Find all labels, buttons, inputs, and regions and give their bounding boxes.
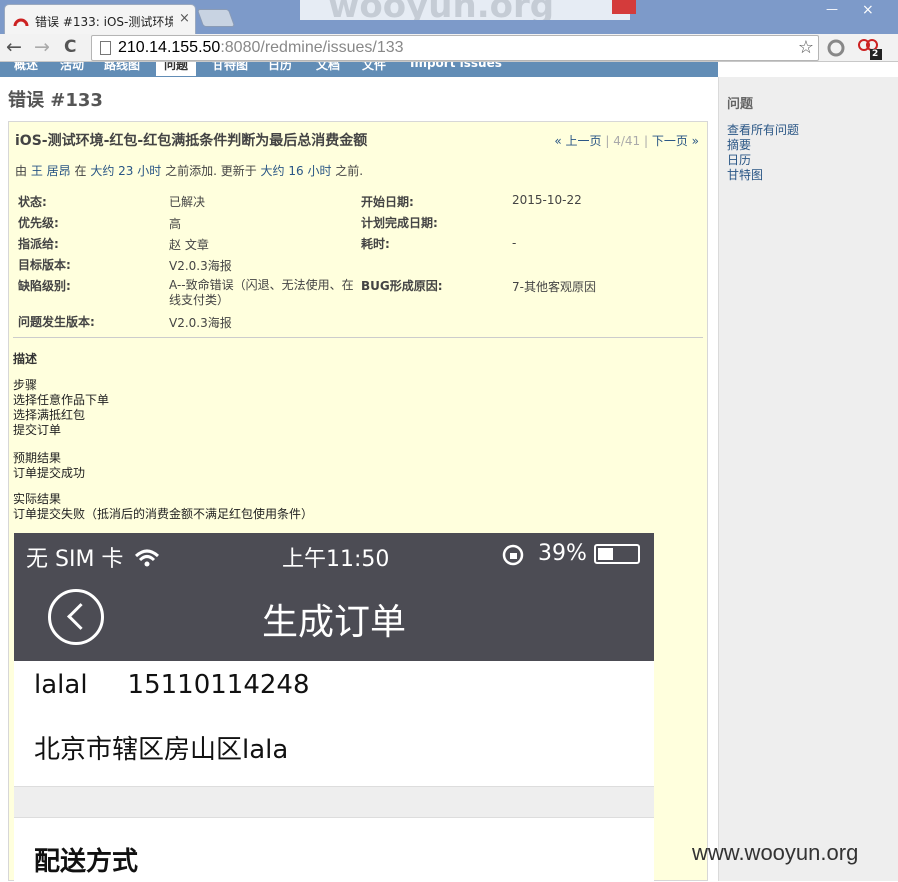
menu-roadmap[interactable]: 路线图	[104, 62, 140, 73]
browser-tab-strip: wooyun.org 错误 #133: iOS-测试环境 × — ×	[0, 0, 898, 34]
description-steps: 步骤 选择任意作品下单 选择满抵红包 提交订单	[13, 378, 110, 437]
bug-cause-label: BUG形成原因:	[361, 279, 443, 293]
issue-position: 4/41	[613, 134, 641, 148]
severity-label: 缺陷级别:	[18, 279, 71, 293]
description-title: 描述	[13, 352, 38, 366]
phone-time: 上午11:50	[282, 547, 390, 572]
forward-icon[interactable]: →	[34, 36, 50, 58]
divider	[13, 337, 703, 338]
redmine-favicon-icon	[13, 18, 29, 27]
issue-author-line: 由 王 居昂 在 大约 23 小时 之前添加. 更新于 大约 16 小时 之前.	[15, 164, 364, 178]
background-decoration	[612, 0, 636, 14]
updated-link[interactable]: 大约 16 小时	[261, 164, 332, 178]
spent-time-label: 耗时:	[361, 237, 390, 251]
tab-close-icon[interactable]: ×	[179, 11, 190, 26]
section-separator	[14, 786, 654, 818]
reload-icon[interactable]: C	[64, 36, 76, 58]
next-link[interactable]: 下一页 »	[652, 134, 699, 148]
bug-cause-value: 7-其他客观原因	[512, 280, 596, 294]
target-version-label: 目标版本:	[18, 258, 71, 272]
page-icon	[100, 41, 111, 55]
window-close-button[interactable]: ×	[862, 2, 874, 18]
browser-tab[interactable]: 错误 #133: iOS-测试环境 ×	[4, 4, 196, 34]
found-version-link[interactable]: V2.0.3海报	[169, 314, 232, 331]
description-expected: 预期结果 订单提交成功	[13, 451, 86, 480]
phone-title: 生成订单	[261, 602, 406, 643]
extension-badge-icon[interactable]	[856, 36, 886, 62]
background-logo: wooyun.org	[300, 0, 630, 20]
menu-import-issues[interactable]: Import issues	[410, 62, 502, 70]
url-text[interactable]: 210.14.155.50:8080/redmine/issues/133	[118, 39, 404, 57]
issue-subject: iOS-测试环境-红包-红包满抵条件判断为最后总消费金额	[15, 133, 368, 149]
status-value: 已解决	[169, 195, 206, 209]
due-date-label: 计划完成日期:	[361, 216, 438, 230]
page-title: 错误 #133	[8, 90, 103, 111]
extension-badge-count: 2	[872, 49, 879, 59]
spent-time-value: -	[512, 236, 517, 250]
carrier-text: 无 SIM 卡	[26, 541, 160, 573]
menu-issues[interactable]: 问题	[156, 62, 197, 76]
status-label: 状态:	[18, 195, 47, 209]
target-version-link[interactable]: V2.0.3海报	[169, 257, 232, 274]
start-date-label: 开始日期:	[361, 195, 414, 209]
minimize-button[interactable]: —	[826, 2, 838, 16]
severity-value: A--致命错误（闪退、无法使用、在线支付类）	[169, 278, 354, 307]
battery-percent: 39%	[538, 541, 587, 566]
found-version-label: 问题发生版本:	[18, 315, 95, 329]
sidebar-link-gantt[interactable]: 甘特图	[727, 166, 763, 183]
description-actual: 实际结果 订单提交失败（抵消后的消费金额不满足红包使用条件）	[13, 492, 314, 521]
address-bar[interactable]: 210.14.155.50:8080/redmine/issues/133 ☆	[91, 35, 819, 61]
menu-documents[interactable]: 文档	[316, 62, 340, 73]
bookmark-star-icon[interactable]: ☆	[798, 37, 814, 58]
menu-activity[interactable]: 活动	[60, 62, 84, 73]
issue-pager: « 上一页 | 4/41 | 下一页 »	[554, 134, 699, 148]
address-row: 北京市辖区房山区lala	[34, 735, 289, 765]
issue-panel: iOS-测试环境-红包-红包满抵条件判断为最后总消费金额 « 上一页 | 4/4…	[8, 121, 708, 882]
extension-circle-icon[interactable]	[826, 38, 846, 58]
start-date-value: 2015-10-22	[512, 193, 582, 207]
recipient-row: lalal 15110114248	[34, 670, 310, 700]
created-link[interactable]: 大约 23 小时	[90, 164, 161, 178]
watermark: www.wooyun.org	[692, 840, 859, 865]
rotation-lock-icon	[502, 544, 524, 566]
assignee-link[interactable]: 赵 文章	[169, 236, 209, 253]
main-menu: 概述 活动 路线图 问题 甘特图 日历 文档 文件 Import issues	[0, 62, 718, 77]
menu-overview[interactable]: 概述	[14, 62, 38, 73]
assignee-label: 指派给:	[18, 237, 59, 251]
menu-calendar[interactable]: 日历	[268, 62, 292, 73]
delivery-method-heading: 配送方式	[34, 847, 139, 877]
back-icon[interactable]: ←	[6, 36, 22, 58]
attached-screenshot: 无 SIM 卡 上午11:50 39% 生成订单 lalal 1511011424…	[14, 533, 654, 882]
prev-link[interactable]: « 上一页	[554, 134, 601, 148]
new-tab-button[interactable]	[196, 9, 236, 27]
menu-files[interactable]: 文件	[362, 62, 386, 73]
wifi-icon	[135, 549, 160, 567]
sidebar: 问题 查看所有问题 摘要 日历 甘特图	[718, 77, 898, 881]
tab-title: 错误 #133: iOS-测试环境	[35, 15, 173, 29]
sidebar-title: 问题	[727, 97, 754, 112]
phone-header: 无 SIM 卡 上午11:50 39% 生成订单	[14, 533, 654, 661]
priority-label: 优先级:	[18, 216, 59, 230]
author-link[interactable]: 王 居昂	[31, 164, 71, 178]
battery-icon	[594, 544, 640, 564]
priority-value: 高	[169, 217, 182, 231]
menu-gantt[interactable]: 甘特图	[212, 62, 248, 73]
